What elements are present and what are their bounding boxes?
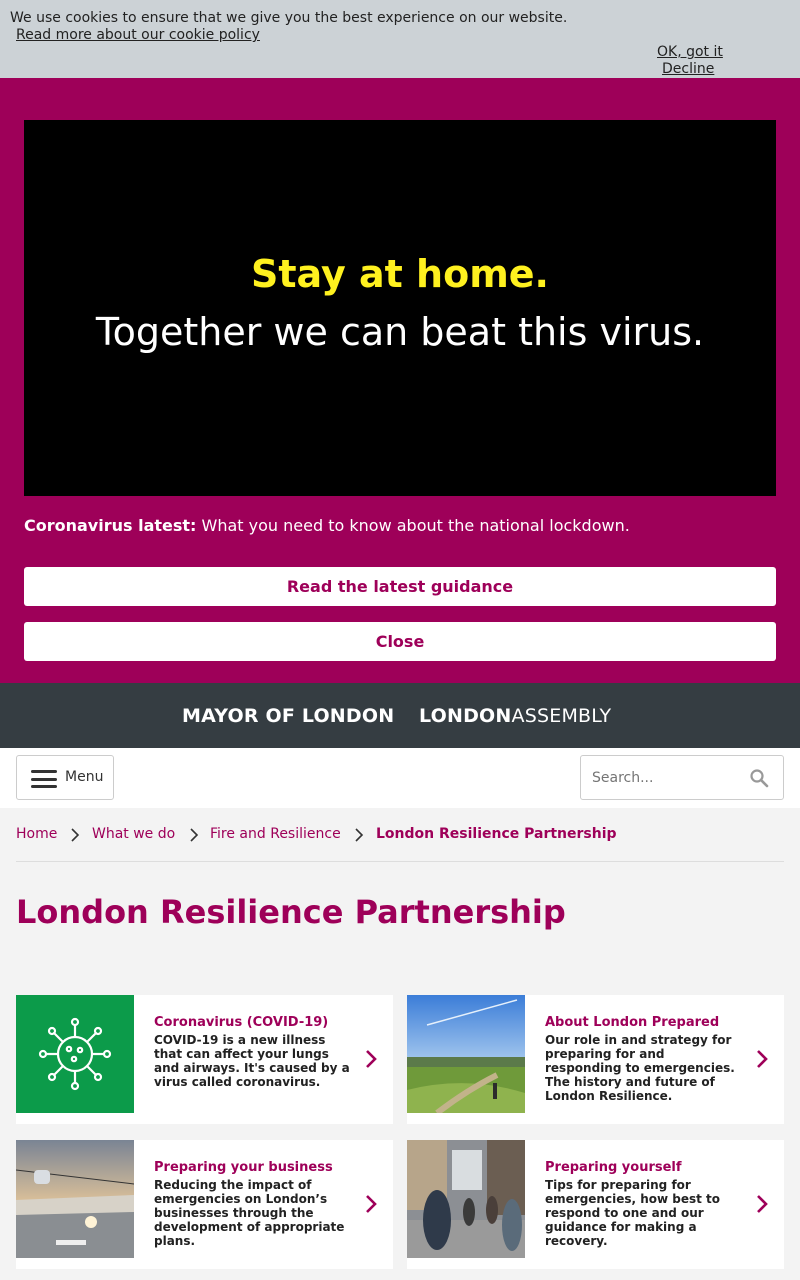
- card-preparing-business[interactable]: Preparing your business Reducing the imp…: [16, 1140, 393, 1269]
- park-photo: [407, 995, 525, 1113]
- hamburger-icon: [31, 770, 57, 788]
- chevron-right-icon: [71, 828, 80, 842]
- card-coronavirus[interactable]: Coronavirus (COVID-19) COVID-19 is a new…: [16, 995, 393, 1124]
- breadcrumb-fire-and-resilience[interactable]: Fire and Resilience: [210, 826, 341, 842]
- london-assembly-logo[interactable]: LONDONASSEMBLY: [419, 705, 611, 727]
- video-headline: Stay at home.: [250, 252, 549, 296]
- cookie-decline-button[interactable]: Decline: [662, 61, 714, 77]
- page-title: London Resilience Partnership: [16, 893, 566, 931]
- card-description: COVID-19 is a new illness that can affec…: [154, 1033, 350, 1089]
- logos-bar: MAYOR OF LONDON LONDONASSEMBLY: [0, 683, 800, 748]
- assembly-logo-bold: LONDON: [419, 705, 512, 727]
- breadcrumb-current: London Resilience Partnership: [376, 826, 617, 842]
- assembly-logo-light: ASSEMBLY: [511, 705, 612, 727]
- cookie-message: We use cookies to ensure that we give yo…: [10, 10, 568, 26]
- chevron-right-icon: [366, 1195, 377, 1213]
- card-preparing-yourself[interactable]: Preparing yourself Tips for preparing fo…: [407, 1140, 784, 1269]
- coronavirus-banner: Stay at home. Together we can beat this …: [0, 78, 800, 683]
- divider: [16, 861, 784, 862]
- video-subline: Together we can beat this virus.: [95, 310, 705, 354]
- chevron-right-icon: [366, 1050, 377, 1068]
- chevron-right-icon: [757, 1195, 768, 1213]
- card-title: Coronavirus (COVID-19): [154, 1015, 329, 1030]
- breadcrumb-home[interactable]: Home: [16, 826, 57, 842]
- card-title: Preparing yourself: [545, 1160, 682, 1175]
- chevron-right-icon: [757, 1050, 768, 1068]
- latest-text: What you need to know about the national…: [196, 516, 630, 535]
- river-cable-car-photo: [16, 1140, 134, 1258]
- card-description: Tips for preparing for emergencies, how …: [545, 1178, 721, 1248]
- mayor-of-london-logo[interactable]: MAYOR OF LONDON: [182, 705, 394, 727]
- navigation-bar: Menu: [0, 748, 800, 808]
- card-about-london-prepared[interactable]: About London Prepared Our role in and st…: [407, 995, 784, 1124]
- coronavirus-latest: Coronavirus latest: What you need to kno…: [24, 516, 630, 535]
- cookie-policy-link[interactable]: Read more about our cookie policy: [16, 27, 260, 43]
- chevron-right-icon: [190, 828, 199, 842]
- breadcrumb-what-we-do[interactable]: What we do: [92, 826, 175, 842]
- card-description: Our role in and strategy for preparing f…: [545, 1033, 735, 1103]
- chevron-right-icon: [355, 828, 364, 842]
- close-banner-button[interactable]: Close: [24, 622, 776, 661]
- search-icon[interactable]: [749, 768, 769, 788]
- read-guidance-button[interactable]: Read the latest guidance: [24, 567, 776, 606]
- search-box: [580, 755, 784, 800]
- busy-street-photo: [407, 1140, 525, 1258]
- card-title: About London Prepared: [545, 1015, 720, 1030]
- latest-label: Coronavirus latest:: [24, 516, 197, 535]
- virus-icon: [16, 995, 134, 1113]
- search-input[interactable]: [582, 757, 742, 798]
- video-player[interactable]: Stay at home. Together we can beat this …: [24, 120, 776, 496]
- cookie-ok-button[interactable]: OK, got it: [657, 44, 723, 60]
- card-description: Reducing the impact of emergencies on Lo…: [154, 1178, 345, 1248]
- menu-label: Menu: [65, 769, 104, 785]
- cookie-banner: We use cookies to ensure that we give yo…: [0, 0, 800, 78]
- card-title: Preparing your business: [154, 1160, 333, 1175]
- menu-button[interactable]: Menu: [16, 755, 114, 800]
